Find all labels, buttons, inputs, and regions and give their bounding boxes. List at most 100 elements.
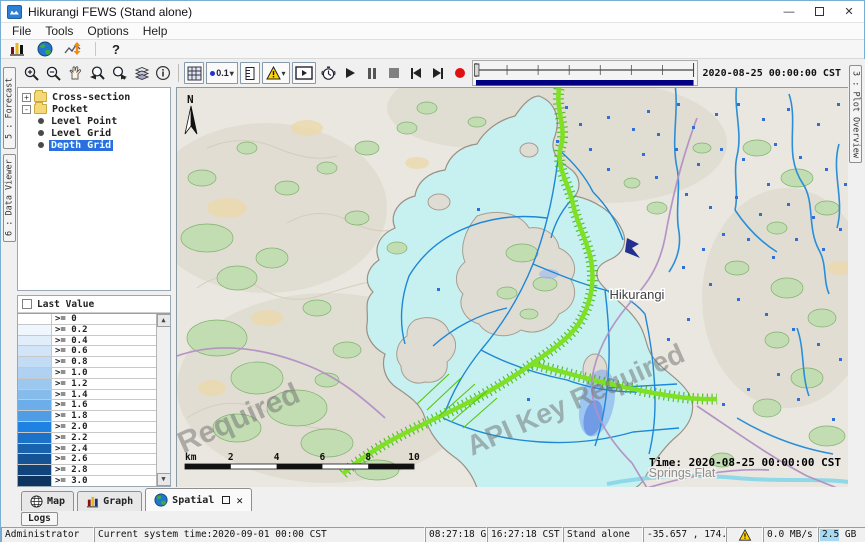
wire-globe-icon — [30, 495, 43, 508]
folder-icon — [34, 104, 47, 114]
legend-swatch — [18, 444, 52, 454]
tab-spatial-label: Spatial — [172, 495, 214, 506]
map-display-button[interactable] — [35, 38, 55, 60]
last-value-checkbox[interactable] — [22, 299, 32, 309]
layer-tree: + Cross-section - Pocket Level Point — [17, 87, 171, 291]
legend-table: >= 0>= 0.2>= 0.4>= 0.6>= 0.8>= 1.0>= 1.2… — [18, 313, 170, 486]
menu-file[interactable]: File — [5, 24, 38, 38]
scroll-down-button[interactable]: ▼ — [157, 473, 171, 486]
tab-close-icon[interactable]: ✕ — [236, 494, 243, 507]
zoom-next-icon — [111, 65, 128, 82]
expand-icon[interactable]: + — [22, 93, 31, 102]
warning-icon — [266, 66, 281, 80]
menu-tools[interactable]: Tools — [38, 24, 80, 38]
time-slider[interactable] — [472, 60, 698, 86]
close-button[interactable]: ✕ — [834, 1, 864, 22]
zoom-next-button[interactable] — [109, 62, 129, 84]
chart-arrow-icon — [64, 41, 82, 57]
legend-row: >= 1.6 — [18, 400, 170, 411]
stop-button[interactable] — [384, 62, 404, 84]
right-tab-strip: 3 : Plot Overview — [848, 59, 865, 487]
globe-icon — [154, 493, 168, 507]
scale-bar-button[interactable] — [240, 62, 260, 84]
pause-icon — [368, 68, 376, 79]
tree-node-label[interactable]: Cross-section — [50, 92, 132, 103]
pan-button[interactable] — [65, 62, 85, 84]
timeseries-dialog-button[interactable] — [63, 38, 83, 60]
tree-leaf-depth-grid[interactable]: Depth Grid — [18, 139, 170, 151]
collapse-icon[interactable]: - — [22, 105, 31, 114]
legend-swatch — [18, 325, 52, 335]
zoom-out-button[interactable] — [43, 62, 63, 84]
status-warning-cell[interactable] — [726, 527, 763, 542]
tree-leaf-label-selected[interactable]: Depth Grid — [49, 140, 113, 151]
side-tab-data-viewer[interactable]: 6 : Data Viewer — [3, 154, 16, 242]
legend-row: >= 1.2 — [18, 379, 170, 390]
tab-map-label: Map — [47, 496, 65, 507]
tab-spatial[interactable]: Spatial ✕ — [145, 488, 252, 511]
step-forward-button[interactable] — [428, 62, 448, 84]
side-tab-plot-overview[interactable]: 3 : Plot Overview — [849, 65, 862, 163]
bullet-icon — [38, 130, 44, 136]
logs-button[interactable]: Logs — [21, 512, 58, 526]
file-export-button[interactable] — [7, 38, 27, 60]
legend-label: >= 1.0 — [52, 368, 170, 378]
animation-dialog-button[interactable] — [292, 62, 316, 84]
legend-swatch — [18, 379, 52, 389]
legend-row: >= 0.2 — [18, 325, 170, 336]
grid-interval-dropdown[interactable]: 0.1 ▾ — [206, 62, 238, 84]
time-slider-track — [473, 61, 697, 87]
legend-row: >= 1.8 — [18, 411, 170, 422]
tab-map[interactable]: Map — [21, 491, 74, 511]
legend-swatch — [18, 314, 52, 324]
zoom-in-button[interactable] — [21, 62, 41, 84]
legend-label: >= 0 — [52, 314, 170, 324]
zoom-previous-button[interactable] — [87, 62, 107, 84]
tab-maximize-icon[interactable] — [222, 496, 230, 504]
legend-label: >= 0.6 — [52, 346, 170, 356]
bullet-icon — [38, 142, 44, 148]
status-mode: Stand alone — [563, 527, 643, 542]
legend-label: >= 0.4 — [52, 336, 170, 346]
minimize-button[interactable]: — — [774, 1, 804, 22]
chevron-down-icon: ▾ — [281, 69, 285, 78]
scroll-up-button[interactable]: ▲ — [157, 314, 171, 327]
help-button[interactable]: ? — [108, 42, 124, 57]
legend-scrollbar[interactable]: ▲ ▼ — [156, 314, 170, 486]
grid-icon — [187, 66, 202, 81]
layers-button[interactable] — [131, 62, 151, 84]
info-button[interactable] — [153, 62, 173, 84]
tree-leaf-label[interactable]: Level Point — [49, 116, 119, 127]
movie-icon — [295, 66, 313, 80]
maximize-button[interactable] — [804, 1, 834, 22]
menu-help[interactable]: Help — [136, 24, 175, 38]
tree-leaf-label[interactable]: Level Grid — [49, 128, 113, 139]
menu-options[interactable]: Options — [80, 24, 135, 38]
legend-label: >= 2.6 — [52, 454, 170, 464]
pause-button[interactable] — [362, 62, 382, 84]
map-viewport[interactable]: API Key Required API Key Required Hikura… — [176, 87, 848, 487]
warning-dropdown[interactable]: ▾ — [262, 62, 290, 84]
tree-leaf-level-grid[interactable]: Level Grid — [18, 127, 170, 139]
step-back-button[interactable] — [406, 62, 426, 84]
tree-node-label[interactable]: Pocket — [50, 104, 90, 115]
side-tab-forecast[interactable]: 5 : Forecast — [3, 67, 16, 149]
layers-icon — [133, 65, 150, 82]
tree-node-pocket[interactable]: - Pocket — [18, 103, 170, 115]
map-toolbar: 0.1 ▾ ▾ — [17, 59, 848, 87]
timer-settings-button[interactable] — [318, 62, 338, 84]
folder-icon — [34, 92, 47, 102]
legend-label: >= 1.2 — [52, 379, 170, 389]
grid-display-button[interactable] — [184, 62, 204, 84]
toolbar-separator — [95, 42, 96, 56]
status-system-time: Current system time:2020-09-01 00:00 CST — [94, 527, 425, 542]
legend-label: >= 0.2 — [52, 325, 170, 335]
play-button[interactable] — [340, 62, 360, 84]
legend-row: >= 2.4 — [18, 444, 170, 455]
app-icon — [7, 5, 22, 19]
tab-graph[interactable]: Graph — [77, 491, 142, 511]
bar-chart-icon — [9, 41, 25, 57]
map-time-label: Time: 2020-08-25 00:00:00 CST — [649, 456, 841, 469]
tree-leaf-level-point[interactable]: Level Point — [18, 115, 170, 127]
record-button[interactable] — [450, 62, 470, 84]
